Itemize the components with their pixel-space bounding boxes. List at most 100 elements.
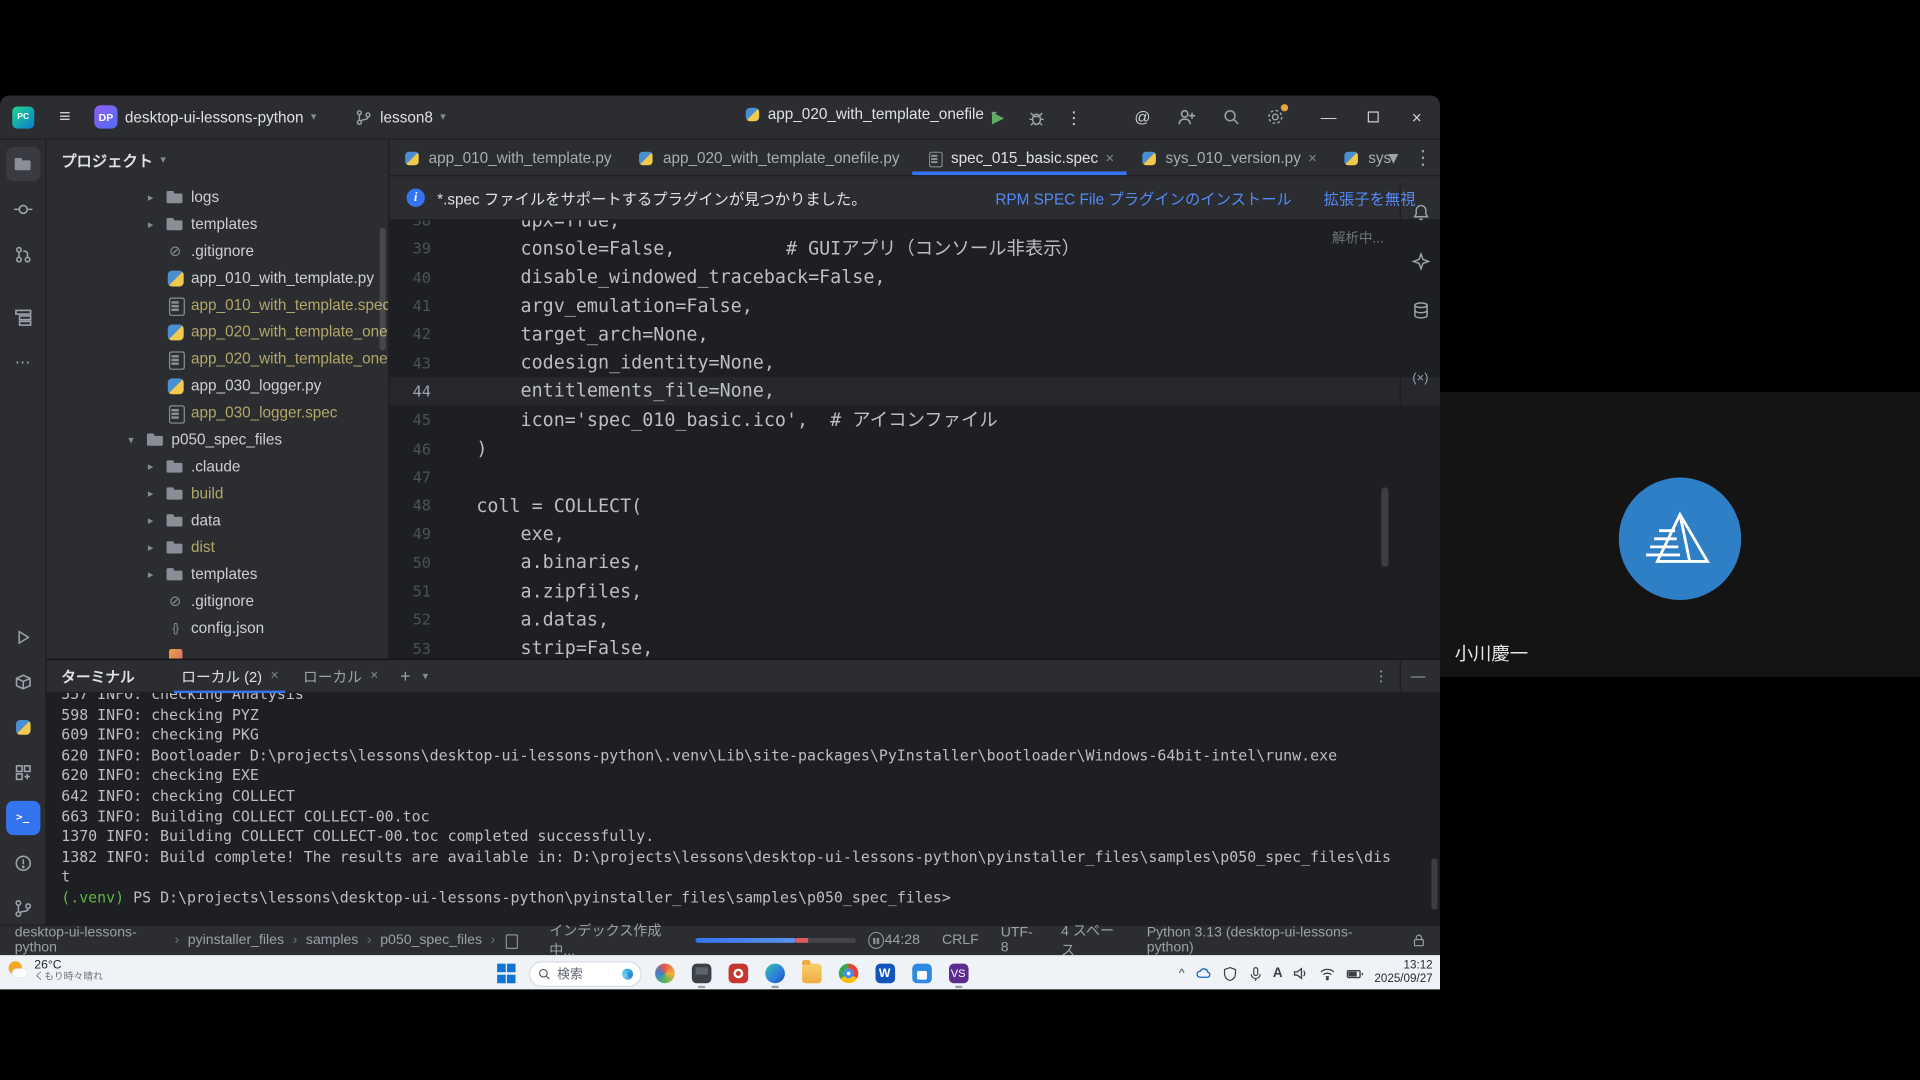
line-number[interactable]: 47 <box>389 468 431 486</box>
code-line-current[interactable]: 44 entitlements_file=None, <box>389 377 1440 406</box>
tab-app020[interactable]: app_020_with_template_onefile.py <box>624 140 912 176</box>
line-number[interactable]: 50 <box>389 553 431 571</box>
run-config-widget[interactable]: app_020_with_template_onefile ▾ <box>735 102 1006 126</box>
code-line[interactable]: 51 a.zipfiles, <box>389 577 1440 606</box>
line-number[interactable]: 41 <box>389 296 431 314</box>
chevron-down-icon[interactable]: ▾ <box>122 433 139 446</box>
code-line[interactable]: 41 argv_emulation=False, <box>389 291 1440 320</box>
project-panel-header[interactable]: プロジェクト ▾ <box>47 140 389 179</box>
chevron-right-icon[interactable]: ▸ <box>142 487 159 500</box>
tab-options-button[interactable]: ⋮ <box>1413 146 1433 170</box>
line-number[interactable]: 39 <box>389 239 431 257</box>
line-number[interactable]: 52 <box>389 610 431 628</box>
tree-item-app020-spec[interactable]: app_020_with_template_onefile.spec <box>47 345 389 372</box>
close-tab-icon[interactable]: × <box>1308 149 1317 166</box>
line-number[interactable]: 42 <box>389 325 431 343</box>
line-number[interactable]: 45 <box>389 410 431 428</box>
close-tab-icon[interactable]: × <box>1106 149 1115 166</box>
settings-button[interactable] <box>1259 101 1291 133</box>
microphone-icon[interactable] <box>1247 966 1263 982</box>
more-tool-windows-button[interactable]: ⋯ <box>6 345 40 379</box>
tree-item-templates2[interactable]: ▸templates <box>47 561 389 588</box>
code-with-me-button[interactable]: @ <box>1127 101 1159 133</box>
code-line[interactable]: 49 exe, <box>389 520 1440 549</box>
line-number[interactable]: 46 <box>389 439 431 457</box>
commit-tool-button[interactable] <box>6 192 40 226</box>
photos-app-button[interactable] <box>650 958 678 990</box>
code-line[interactable]: 52 a.datas, <box>389 605 1440 634</box>
code-line[interactable]: 45 icon='spec_010_basic.ico', # アイコンファイル <box>389 405 1440 434</box>
tree-item-app010-spec[interactable]: app_010_with_template.spec <box>47 291 389 318</box>
project-scrollbar[interactable] <box>380 228 386 350</box>
tree-item-partial[interactable] <box>47 642 389 659</box>
close-tab-icon[interactable]: × <box>271 669 279 684</box>
acrobat-app-button[interactable] <box>724 958 752 990</box>
code-line[interactable]: 48coll = COLLECT( <box>389 491 1440 520</box>
run-button[interactable]: ▶ <box>982 102 1014 134</box>
onedrive-icon[interactable] <box>1194 965 1211 982</box>
code-line[interactable]: 40 disable_windowed_traceback=False, <box>389 263 1440 292</box>
visual-studio-button[interactable]: VS <box>944 958 972 990</box>
terminal-tool-button[interactable]: >_ <box>6 801 40 835</box>
terminal-options-button[interactable]: ⋮ <box>1374 667 1389 684</box>
maximize-button[interactable] <box>1357 101 1389 133</box>
tree-item-gitignore2[interactable]: ⊘.gitignore <box>47 588 389 615</box>
word-app-button[interactable]: W <box>871 958 899 990</box>
search-everywhere-button[interactable] <box>1215 101 1247 133</box>
breadcrumb-item[interactable]: desktop-ui-lessons-python <box>15 926 166 955</box>
caret-position[interactable]: 44:28 <box>885 933 920 948</box>
line-number[interactable]: 49 <box>389 525 431 543</box>
terminal-prompt[interactable]: (.venv) PS D:\projects\lessons\desktop-u… <box>61 888 1440 908</box>
chevron-right-icon[interactable]: ▸ <box>142 514 159 527</box>
tab-sys010[interactable]: sys_010_version.py× <box>1126 140 1329 176</box>
line-ending-indicator[interactable]: CRLF <box>942 933 979 948</box>
run-tool-button[interactable] <box>6 620 40 654</box>
ime-indicator[interactable]: A <box>1273 966 1283 981</box>
line-number[interactable]: 48 <box>389 496 431 514</box>
tree-item-dist[interactable]: ▸dist <box>47 534 389 561</box>
code-line[interactable]: 50 a.binaries, <box>389 548 1440 577</box>
chevron-right-icon[interactable]: ▸ <box>142 217 159 230</box>
pause-indexing-button[interactable] <box>868 932 885 949</box>
line-number[interactable]: 53 <box>389 639 431 657</box>
tree-item-config-json[interactable]: {}config.json <box>47 615 389 642</box>
tree-item-gitignore[interactable]: ⊘.gitignore <box>47 238 389 265</box>
line-number[interactable]: 43 <box>389 353 431 371</box>
code-line[interactable]: 47 <box>389 462 1440 491</box>
code-line[interactable]: 38 upx=True, <box>389 220 1440 234</box>
python-console-tool-button[interactable] <box>6 710 40 744</box>
endpoints-button[interactable]: (×) <box>1404 362 1436 394</box>
security-shield-icon[interactable] <box>1221 966 1237 982</box>
taskbar-clock[interactable]: 13:12 2025/09/27 <box>1374 960 1432 987</box>
chevron-right-icon[interactable]: ▸ <box>142 460 159 473</box>
debug-button[interactable] <box>1020 102 1052 134</box>
project-tool-button[interactable] <box>6 147 40 181</box>
version-control-tool-button[interactable] <box>6 891 40 925</box>
chevron-right-icon[interactable]: ▸ <box>142 541 159 554</box>
line-number[interactable]: 40 <box>389 268 431 286</box>
install-plugin-link[interactable]: RPM SPEC File プラグインのインストール <box>995 186 1291 209</box>
project-widget[interactable]: DP desktop-ui-lessons-python ▾ <box>86 102 325 133</box>
code-line[interactable]: 46) <box>389 434 1440 463</box>
tab-app010[interactable]: app_010_with_template.py <box>389 140 623 176</box>
tree-item-app030-py[interactable]: app_030_logger.py <box>47 372 389 399</box>
chevron-right-icon[interactable]: ▸ <box>142 190 159 203</box>
code-line[interactable]: 53 strip=False, <box>389 634 1440 659</box>
lock-icon[interactable] <box>1411 933 1425 948</box>
terminal-output[interactable]: 557 INFO: checking Analysis 598 INFO: ch… <box>47 693 1440 924</box>
add-user-button[interactable] <box>1171 101 1203 133</box>
tree-item-build[interactable]: ▸build <box>47 480 389 507</box>
more-actions-button[interactable]: ⋮ <box>1058 102 1090 134</box>
weather-widget[interactable]: 26°C くもり時々晴れ <box>7 959 103 983</box>
taskbar-search[interactable]: 検索 <box>529 961 642 987</box>
terminal-tab-local2[interactable]: ローカル (2) × <box>169 659 291 692</box>
tree-item-app020-py[interactable]: app_020_with_template_onefile.py <box>47 318 389 345</box>
line-number[interactable]: 44 <box>389 382 431 400</box>
tree-item-data[interactable]: ▸data <box>47 507 389 534</box>
store-app-button[interactable] <box>907 958 935 990</box>
tab-spec015[interactable]: spec_015_basic.spec× <box>912 140 1127 176</box>
notifications-button[interactable] <box>1404 196 1436 228</box>
tree-item-claude[interactable]: ▸.claude <box>47 453 389 480</box>
line-number[interactable]: 38 <box>389 220 431 229</box>
task-view-button[interactable] <box>687 958 715 990</box>
